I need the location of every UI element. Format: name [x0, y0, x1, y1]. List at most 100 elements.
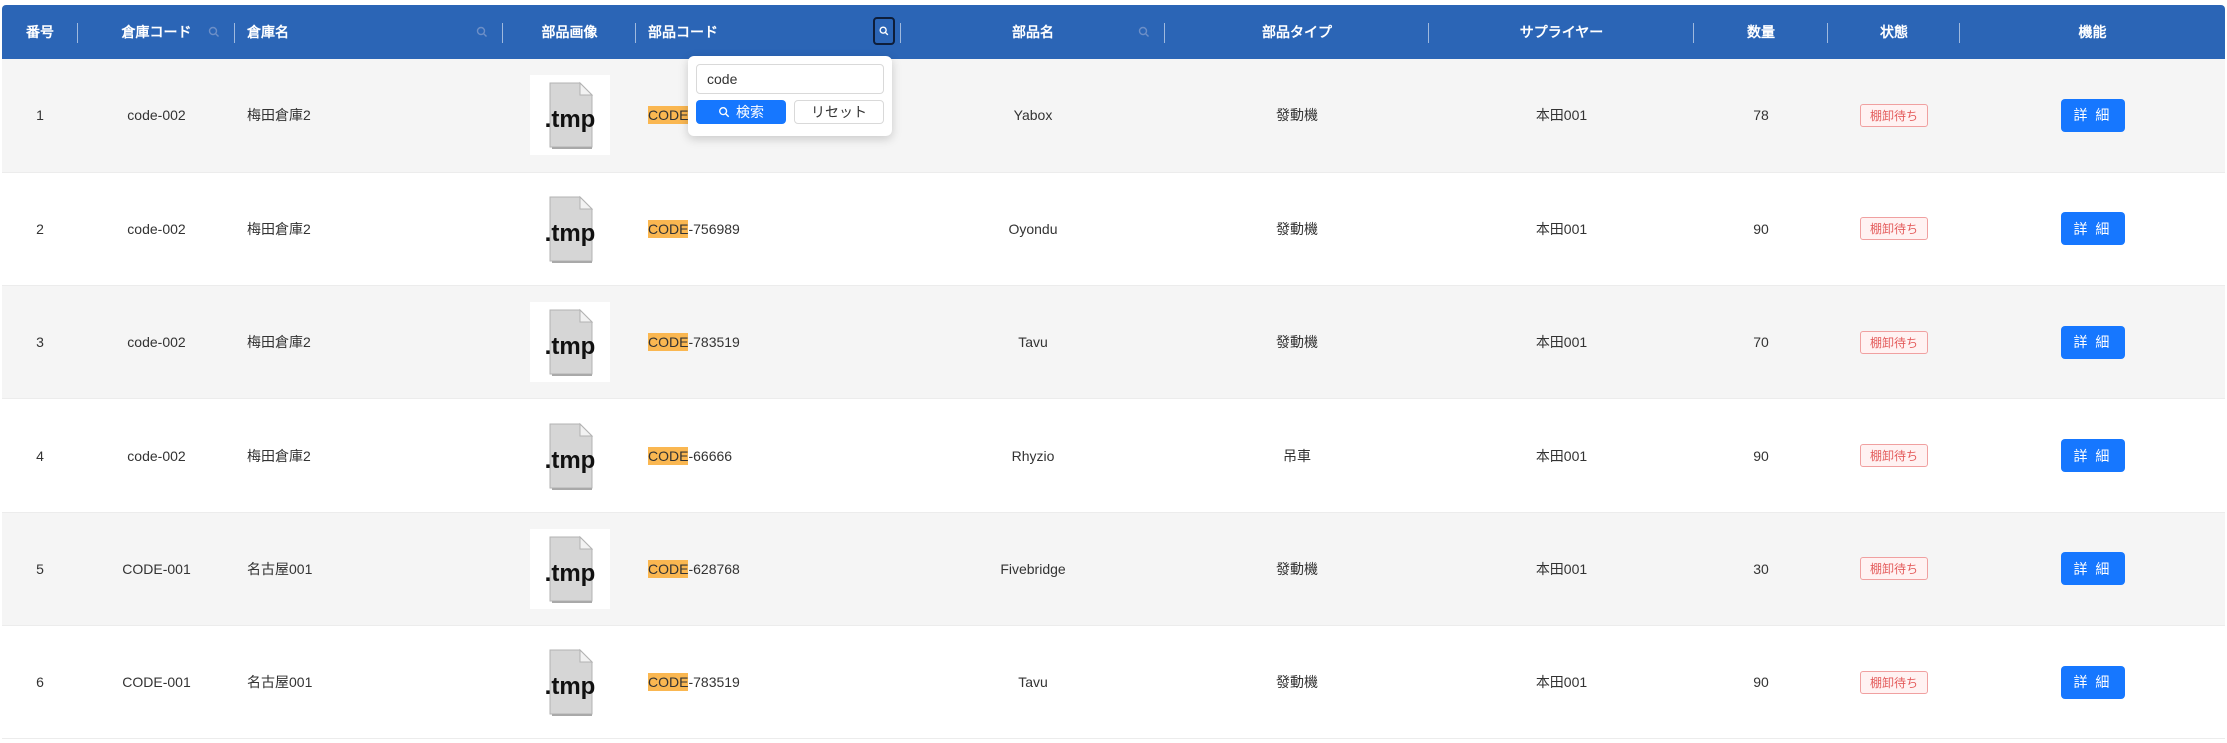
cell-part-name: Rhyzio	[1011, 447, 1055, 464]
cell-status: 棚卸待ち	[1828, 399, 1960, 512]
cell-part-image: .tmp	[503, 59, 636, 172]
filter-search-button[interactable]: 検索	[696, 100, 786, 124]
file-thumbnail[interactable]: .tmp	[529, 415, 610, 496]
cell-part-code: CODE-783519	[636, 286, 901, 399]
cell-part-name: Tavu	[1018, 674, 1048, 691]
cell-no: 5	[36, 560, 44, 577]
col-header-supplier: サプライヤー	[1429, 5, 1694, 59]
part-code-filter-dropdown: 検索 リセット	[688, 56, 892, 136]
search-highlight: CODE	[648, 333, 689, 352]
detail-button[interactable]: 詳 細	[2060, 325, 2125, 359]
col-header-actions: 機能	[1960, 5, 2225, 59]
cell-part-image: .tmp	[503, 625, 636, 738]
cell-quantity: 70	[1753, 334, 1769, 351]
filter-search-input[interactable]	[696, 64, 884, 94]
cell-part-image: .tmp	[503, 399, 636, 512]
col-header-label: 部品タイプ	[1262, 24, 1332, 40]
col-header-label: サプライヤー	[1519, 24, 1604, 40]
cell-part-name: Tavu	[1018, 334, 1048, 351]
file-icon: .tmp	[544, 535, 595, 603]
file-extension-label: .tmp	[544, 106, 595, 133]
cell-warehouse-name: 梅田倉庫2	[247, 107, 311, 124]
status-badge: 棚卸待ち	[1859, 670, 1928, 694]
cell-part-image: .tmp	[503, 512, 636, 625]
cell-part-name: Yabox	[1013, 107, 1053, 124]
file-extension-label: .tmp	[544, 333, 595, 360]
search-icon[interactable]	[207, 25, 221, 39]
table-row: 6 CODE-001 名古屋001 .tmp CODE-783519 Tavu …	[2, 625, 2225, 739]
col-header-label: 数量	[1747, 24, 1775, 40]
cell-warehouse-name: 梅田倉庫2	[247, 220, 311, 237]
filter-reset-button[interactable]: リセット	[794, 100, 884, 124]
status-badge: 棚卸待ち	[1859, 557, 1928, 581]
cell-part-type: 發動機	[1276, 560, 1318, 577]
detail-button[interactable]: 詳 細	[2060, 212, 2125, 246]
file-icon: .tmp	[544, 648, 595, 717]
cell-part-image: .tmp	[503, 172, 636, 285]
col-header-quantity: 数量	[1694, 5, 1828, 59]
search-icon	[719, 107, 730, 118]
cell-warehouse-code: CODE-001	[122, 674, 191, 691]
col-header-label: 状態	[1880, 24, 1908, 40]
cell-part-type: 發動機	[1276, 674, 1318, 691]
col-header-label: 番号	[26, 24, 54, 40]
cell-no: 6	[36, 674, 44, 691]
cell-supplier: 本田001	[1535, 560, 1588, 577]
file-thumbnail[interactable]: .tmp	[529, 188, 610, 269]
cell-supplier: 本田001	[1535, 447, 1588, 464]
file-extension-label: .tmp	[544, 560, 595, 587]
file-extension-label: .tmp	[544, 220, 595, 247]
cell-actions: 詳 細	[1960, 59, 2225, 172]
cell-part-code: CODE-756989	[636, 172, 901, 285]
status-badge: 棚卸待ち	[1859, 444, 1928, 468]
cell-warehouse-name: 名古屋001	[247, 674, 313, 691]
cell-quantity: 90	[1753, 674, 1769, 691]
file-extension-label: .tmp	[544, 447, 595, 474]
col-header-label: 部品名	[1012, 24, 1054, 40]
search-icon[interactable]	[1137, 25, 1151, 39]
cell-warehouse-code: code-002	[127, 334, 186, 351]
cell-supplier: 本田001	[1535, 220, 1588, 237]
table-row: 4 code-002 梅田倉庫2 .tmp CODE-66666 Rhyzio …	[2, 398, 2225, 513]
col-header-warehouse-code: 倉庫コード	[78, 5, 235, 59]
cell-no: 4	[36, 447, 44, 464]
col-header-part-name: 部品名	[901, 5, 1165, 59]
detail-button[interactable]: 詳 細	[2060, 665, 2125, 699]
file-icon: .tmp	[544, 422, 595, 490]
table-row: 1 code-002 梅田倉庫2 .tmp CODE Yabox 發動機 本田0…	[2, 59, 2225, 173]
search-highlight: CODE	[648, 106, 689, 125]
file-thumbnail[interactable]: .tmp	[529, 528, 610, 609]
cell-part-name: Oyondu	[1008, 220, 1058, 237]
cell-warehouse-code: CODE-001	[122, 560, 191, 577]
part-code-rest: -783519	[688, 674, 740, 691]
detail-button[interactable]: 詳 細	[2060, 439, 2125, 473]
col-header-part-image: 部品画像	[503, 5, 636, 59]
status-badge: 棚卸待ち	[1859, 330, 1928, 354]
status-badge: 棚卸待ち	[1859, 217, 1928, 241]
file-extension-label: .tmp	[544, 673, 595, 700]
col-header-label: 部品コード	[648, 24, 718, 40]
cell-supplier: 本田001	[1535, 334, 1588, 351]
search-icon[interactable]	[873, 17, 895, 45]
file-thumbnail[interactable]: .tmp	[529, 302, 610, 383]
part-code-rest: -628768	[688, 560, 740, 577]
detail-button[interactable]: 詳 細	[2060, 552, 2125, 586]
file-icon: .tmp	[544, 195, 595, 263]
table-row: 5 CODE-001 名古屋001 .tmp CODE-628768 Fiveb…	[2, 512, 2225, 626]
cell-part-name: Fivebridge	[1000, 560, 1066, 577]
cell-no: 1	[36, 107, 44, 124]
cell-quantity: 78	[1753, 107, 1769, 124]
search-highlight: CODE	[648, 446, 689, 465]
table-header: 番号 倉庫コード 倉庫名 部品画像 部品コード 部品名 部品タイプ サプライヤー…	[2, 5, 2225, 59]
file-thumbnail[interactable]: .tmp	[529, 642, 610, 723]
part-code-rest: -783519	[688, 334, 740, 351]
col-header-no: 番号	[2, 5, 78, 59]
detail-button[interactable]: 詳 細	[2060, 98, 2125, 132]
file-thumbnail[interactable]: .tmp	[529, 75, 610, 156]
cell-supplier: 本田001	[1535, 107, 1588, 124]
cell-actions: 詳 細	[1960, 625, 2225, 738]
col-header-label: 部品画像	[541, 24, 598, 40]
search-icon[interactable]	[475, 25, 489, 39]
col-header-part-type: 部品タイプ	[1165, 5, 1429, 59]
cell-part-type: 發動機	[1276, 220, 1318, 237]
